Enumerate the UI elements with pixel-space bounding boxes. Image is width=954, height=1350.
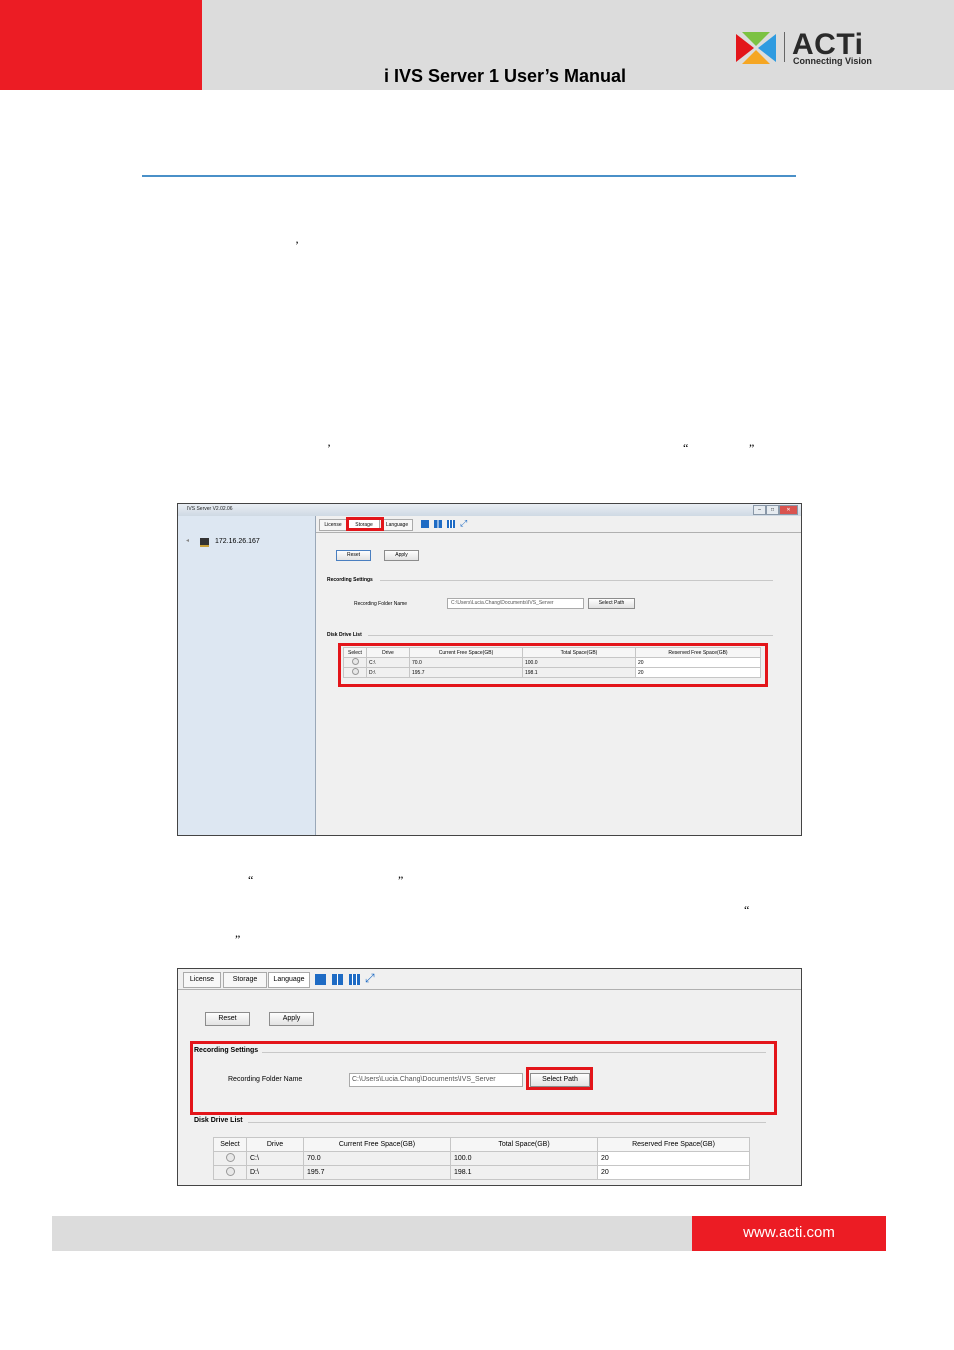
close-quote-mark: ” xyxy=(749,441,755,455)
tab-license[interactable]: License xyxy=(319,519,347,531)
logo-tagline: Connecting Vision xyxy=(793,56,872,66)
column-header: Total Space(GB) xyxy=(450,1137,598,1152)
storage-screenshot-zoomed: License Storage Language ⤢ Reset Apply R… xyxy=(177,968,802,1186)
apply-button[interactable]: Apply xyxy=(384,550,419,561)
section-divider xyxy=(248,1122,766,1123)
section-divider xyxy=(380,580,773,581)
layout-single-icon[interactable] xyxy=(421,520,429,528)
fullscreen-icon[interactable]: ⤢ xyxy=(365,971,375,986)
maximize-button[interactable]: □ xyxy=(766,505,779,515)
drive-radio[interactable] xyxy=(225,1153,235,1162)
free-space-cell: 70.0 xyxy=(303,1151,451,1166)
column-header: Current Free Space(GB) xyxy=(303,1137,451,1152)
device-tree-panel: ◂ 172.16.26.167 xyxy=(178,516,316,835)
disk-table-highlight xyxy=(338,643,768,687)
column-header: Select xyxy=(213,1137,247,1152)
reset-button[interactable]: Reset xyxy=(336,550,371,561)
column-header: Drive xyxy=(246,1137,304,1152)
tab-divider xyxy=(316,532,801,533)
window-titlebar: IVS Server V2.02.06 – □ ✕ xyxy=(178,504,801,516)
close-quote-mark: ” xyxy=(235,932,241,946)
reset-button[interactable]: Reset xyxy=(205,1012,250,1026)
layout-single-icon[interactable] xyxy=(315,974,326,985)
tree-expand-icon[interactable]: ◂ xyxy=(186,537,189,544)
disk-drive-table: Select Drive Current Free Space(GB) Tota… xyxy=(213,1137,750,1180)
window-title: IVS Server V2.02.06 xyxy=(187,506,233,512)
layout-quad-icon[interactable] xyxy=(332,974,343,985)
table-row: D:\ 195.7 198.1 20 xyxy=(213,1165,750,1180)
drive-cell: C:\ xyxy=(246,1151,304,1166)
tab-language[interactable]: Language xyxy=(381,519,413,531)
open-quote-mark: “ xyxy=(683,441,689,455)
free-space-cell: 195.7 xyxy=(303,1165,451,1180)
total-space-cell: 100.0 xyxy=(450,1151,598,1166)
logo-divider xyxy=(784,32,785,62)
apostrophe-mark: ’ xyxy=(295,238,299,252)
open-quote-mark: “ xyxy=(248,873,254,887)
layout-quad-icon[interactable] xyxy=(434,520,442,528)
section-rule xyxy=(142,175,796,177)
column-header: Reserved Free Space(GB) xyxy=(597,1137,750,1152)
open-quote-mark: “ xyxy=(744,903,750,917)
document-title: i IVS Server 1 User’s Manual xyxy=(383,66,627,86)
minimize-button[interactable]: – xyxy=(753,505,766,515)
acti-logo-icon xyxy=(736,32,776,64)
tab-language[interactable]: Language xyxy=(268,972,310,988)
footer-website-link[interactable]: www.acti.com xyxy=(692,1216,886,1251)
storage-panel: License Storage Language ⤢ Reset Apply R… xyxy=(316,516,801,835)
recording-settings-highlight xyxy=(190,1041,777,1115)
drive-cell: D:\ xyxy=(246,1165,304,1180)
tab-storage[interactable]: Storage xyxy=(223,972,267,988)
table-row: C:\ 70.0 100.0 20 xyxy=(213,1151,750,1166)
recording-folder-label: Recording Folder Name xyxy=(354,601,408,607)
reserved-space-input[interactable]: 20 xyxy=(597,1151,750,1166)
total-space-cell: 198.1 xyxy=(450,1165,598,1180)
apply-button[interactable]: Apply xyxy=(269,1012,314,1026)
section-divider xyxy=(368,635,773,636)
storage-tab-highlight xyxy=(346,517,384,531)
server-icon xyxy=(200,538,209,547)
drive-radio[interactable] xyxy=(225,1167,235,1176)
tree-host-item[interactable]: 172.16.26.167 xyxy=(215,538,260,545)
apostrophe-mark: ’ xyxy=(327,441,331,455)
fullscreen-icon[interactable]: ⤢ xyxy=(460,518,467,529)
select-path-button[interactable]: Select Path xyxy=(588,598,635,609)
tab-license[interactable]: License xyxy=(183,972,221,988)
tab-divider xyxy=(178,989,801,990)
disk-drive-list-heading: Disk Drive List xyxy=(194,1117,243,1124)
layout-nine-icon[interactable] xyxy=(447,520,455,528)
disk-drive-list-heading: Disk Drive List xyxy=(327,632,362,638)
close-quote-mark: ” xyxy=(398,873,404,887)
recording-folder-field[interactable]: C:\Users\Lucia.Chang\Documents\IVS_Serve… xyxy=(447,598,584,609)
storage-screenshot-full: IVS Server V2.02.06 – □ ✕ ◂ 172.16.26.16… xyxy=(177,503,802,836)
recording-settings-heading: Recording Settings xyxy=(327,577,373,583)
layout-nine-icon[interactable] xyxy=(349,974,360,985)
header-red-block xyxy=(0,0,202,90)
close-button[interactable]: ✕ xyxy=(779,505,798,515)
reserved-space-input[interactable]: 20 xyxy=(597,1165,750,1180)
